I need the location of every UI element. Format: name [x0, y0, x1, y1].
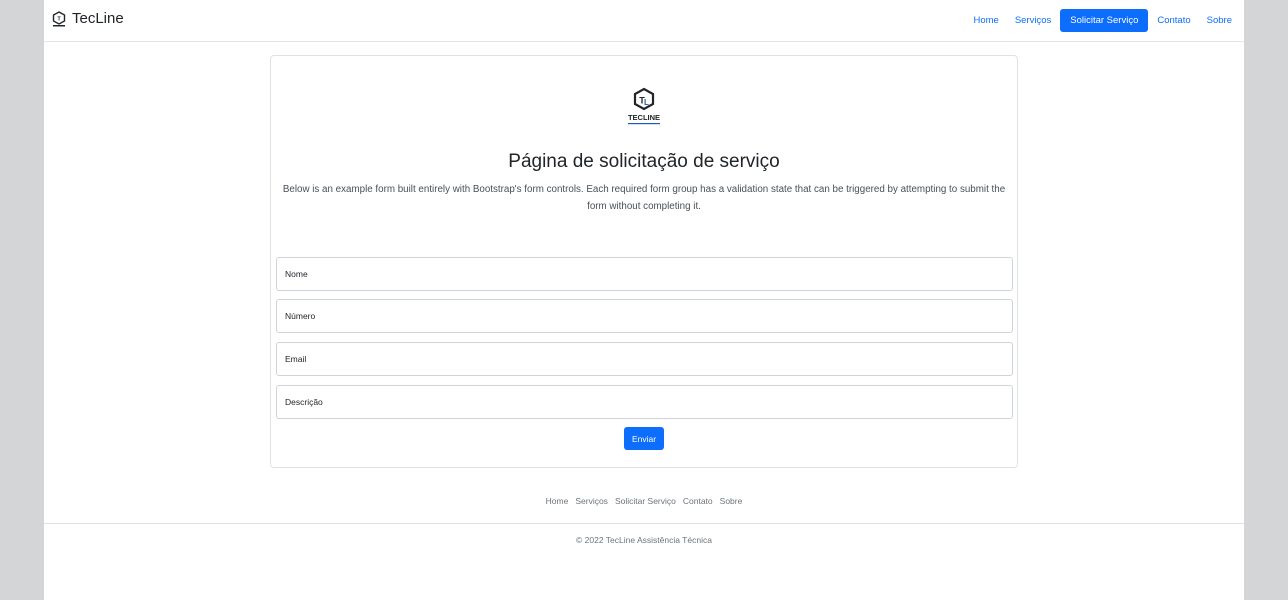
- nav-link-sobre[interactable]: Sobre: [1199, 9, 1240, 32]
- footer-link-home[interactable]: Home: [546, 496, 569, 506]
- copyright-text: © 2022 TecLine Assistência Técnica: [576, 535, 712, 545]
- submit-button[interactable]: Enviar: [624, 427, 664, 450]
- nav-link-servicos[interactable]: Serviços: [1007, 9, 1059, 32]
- navbar: T TecLine Home Serviços Solicitar Serviç…: [44, 0, 1244, 42]
- name-input[interactable]: [276, 257, 1013, 291]
- brand-name: TecLine: [72, 10, 124, 27]
- main-nav: Home Serviços Solicitar Serviço Contato …: [965, 9, 1240, 32]
- page-description: Below is an example form built entirely …: [282, 184, 1006, 212]
- nav-link-solicitar-servico[interactable]: Solicitar Serviço: [1060, 9, 1149, 32]
- email-input[interactable]: [276, 342, 1013, 376]
- footer-divider: [44, 523, 1244, 524]
- page-title: Página de solicitação de serviço: [508, 151, 780, 172]
- svg-text:L: L: [644, 98, 649, 107]
- nav-link-home[interactable]: Home: [965, 9, 1006, 32]
- footer-link-sobre[interactable]: Sobre: [720, 496, 743, 506]
- tecline-logo-icon: T: [52, 10, 66, 26]
- page: T TecLine Home Serviços Solicitar Serviç…: [44, 0, 1244, 600]
- number-input[interactable]: [276, 299, 1013, 333]
- service-request-card: T L TECLINE Página de solicitação de ser…: [270, 55, 1018, 468]
- footer-link-servicos[interactable]: Serviços: [575, 496, 608, 506]
- logo-wordmark: TECLINE: [628, 113, 660, 122]
- svg-text:T: T: [57, 16, 61, 22]
- tecline-logo: T L TECLINE: [628, 87, 660, 125]
- nav-link-contato[interactable]: Contato: [1149, 9, 1198, 32]
- footer-nav: Home Serviços Solicitar Serviço Contato …: [44, 496, 1244, 506]
- brand-link[interactable]: T TecLine: [52, 10, 124, 27]
- footer-link-solicitar-servico[interactable]: Solicitar Serviço: [615, 496, 676, 506]
- footer-link-contato[interactable]: Contato: [683, 496, 713, 506]
- description-input[interactable]: [276, 385, 1013, 419]
